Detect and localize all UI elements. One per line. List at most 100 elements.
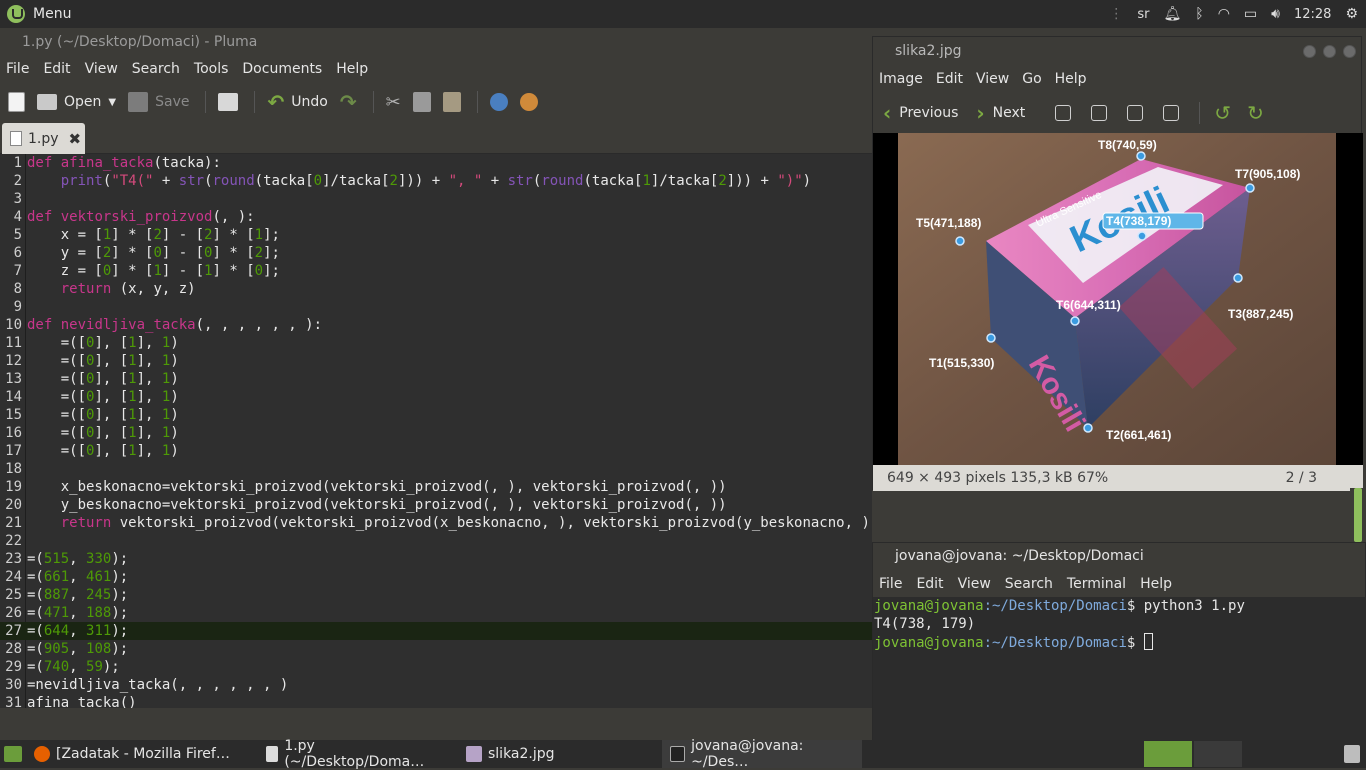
code-line[interactable]: 16 =([0], [1], 1) bbox=[0, 424, 872, 442]
code-line[interactable]: 24 =(661, 461); bbox=[0, 568, 872, 586]
code-line[interactable]: 23 =(515, 330); bbox=[0, 550, 872, 568]
show-desktop-button[interactable] bbox=[0, 740, 26, 768]
new-button[interactable] bbox=[8, 92, 25, 112]
code-line[interactable]: 3 bbox=[0, 190, 872, 208]
zoom-fit-icon[interactable] bbox=[1163, 105, 1180, 121]
code-line[interactable]: 26 =(471, 188); bbox=[0, 604, 872, 622]
minimize-button[interactable] bbox=[1303, 45, 1316, 58]
menu-search[interactable]: Search bbox=[132, 61, 180, 77]
maximize-button[interactable] bbox=[1323, 45, 1336, 58]
task-image-viewer[interactable]: slika2.jpg bbox=[458, 740, 662, 768]
code-line[interactable]: 14 =([0], [1], 1) bbox=[0, 388, 872, 406]
tab-1-py[interactable]: 1.py ✖ bbox=[2, 123, 85, 154]
copy-button[interactable] bbox=[412, 92, 431, 112]
menu-help[interactable]: Help bbox=[1140, 576, 1172, 592]
code-line[interactable]: 8 return (x, y, z) bbox=[0, 280, 872, 298]
previous-button[interactable]: ‹ Previous bbox=[883, 101, 958, 125]
code-line[interactable]: 1 def afina_tacka(tacka): bbox=[0, 154, 872, 172]
settings-gear-icon[interactable]: ⚙ bbox=[1345, 6, 1358, 22]
next-button[interactable]: › Next bbox=[976, 101, 1025, 125]
zoom-normal-icon[interactable] bbox=[1127, 105, 1144, 121]
menu-view[interactable]: View bbox=[958, 576, 991, 592]
undo-button[interactable]: ↶ Undo bbox=[267, 90, 327, 114]
task-terminal[interactable]: jovana@jovana: ~/Des… bbox=[662, 738, 862, 770]
code-line[interactable]: 31 afina_tacka() bbox=[0, 694, 872, 708]
menu-view[interactable]: View bbox=[85, 61, 118, 77]
menu-search[interactable]: Search bbox=[1005, 576, 1053, 592]
menu-help[interactable]: Help bbox=[336, 61, 368, 77]
code-line[interactable]: 13 =([0], [1], 1) bbox=[0, 370, 872, 388]
rotate-right-icon[interactable]: ↻ bbox=[1247, 101, 1264, 125]
previous-label: Previous bbox=[899, 105, 959, 121]
bluetooth-icon[interactable]: ᛒ bbox=[1195, 6, 1203, 22]
python-file-icon bbox=[10, 131, 22, 146]
menu-file[interactable]: File bbox=[879, 576, 902, 592]
menu-file[interactable]: File bbox=[6, 61, 29, 77]
volume-icon[interactable]: 🔊︎ bbox=[1271, 6, 1280, 22]
task-firefox[interactable]: [Zadatak - Mozilla Firef… bbox=[26, 740, 258, 768]
save-button[interactable]: Save bbox=[128, 92, 189, 112]
line-number: 30 bbox=[5, 677, 22, 693]
code-line[interactable]: 28 =(905, 108); bbox=[0, 640, 872, 658]
code-line[interactable]: 20 y_beskonacno=vektorski_proizvod(vekto… bbox=[0, 496, 872, 514]
image-canvas[interactable]: Kosili Ultra Sensitive Kosili T8(740,59)… bbox=[873, 133, 1363, 465]
menu-tools[interactable]: Tools bbox=[194, 61, 229, 77]
code-line[interactable]: 22 bbox=[0, 532, 872, 550]
zoom-in-icon[interactable] bbox=[1055, 105, 1072, 121]
paste-button[interactable] bbox=[442, 92, 461, 112]
main-menu-button[interactable]: Menu bbox=[0, 5, 71, 23]
code-line[interactable]: 10 def nevidljiva_tacka(, , , , , , ): bbox=[0, 316, 872, 334]
code-line[interactable]: 9 bbox=[0, 298, 872, 316]
code-line[interactable]: 15 =([0], [1], 1) bbox=[0, 406, 872, 424]
menu-terminal[interactable]: Terminal bbox=[1067, 576, 1126, 592]
code-line[interactable]: 25 =(887, 245); bbox=[0, 586, 872, 604]
open-button[interactable]: Open ▼ bbox=[37, 94, 116, 110]
menu-documents[interactable]: Documents bbox=[242, 61, 322, 77]
workspace-2[interactable] bbox=[1194, 741, 1242, 767]
battery-icon[interactable]: ▭ bbox=[1244, 6, 1257, 22]
code-line[interactable]: 12 =([0], [1], 1) bbox=[0, 352, 872, 370]
find-button[interactable] bbox=[489, 93, 508, 111]
code-line[interactable]: 29 =(740, 59); bbox=[0, 658, 872, 676]
code-line[interactable]: 2 print("T4(" + str(round(tacka[0]/tacka… bbox=[0, 172, 872, 190]
task-pluma[interactable]: 1.py (~/Desktop/Doma… bbox=[258, 738, 458, 770]
clock[interactable]: 12:28 bbox=[1294, 7, 1331, 22]
code-editor[interactable]: 1 def afina_tacka(tacka): 2 print("T4(" + … bbox=[0, 154, 872, 708]
code-line[interactable]: 4 def vektorski_proizvod(, ): bbox=[0, 208, 872, 226]
cut-button[interactable]: ✂ bbox=[386, 92, 401, 113]
redo-button[interactable]: ↷ bbox=[340, 90, 357, 114]
line-number: 2 bbox=[13, 173, 22, 189]
code-line[interactable]: 7 z = [0] * [1] - [1] * [0]; bbox=[0, 262, 872, 280]
print-button[interactable] bbox=[218, 93, 239, 111]
rotate-left-icon[interactable]: ↺ bbox=[1214, 101, 1231, 125]
scrollbar-thumb[interactable] bbox=[1354, 488, 1362, 542]
keyboard-layout-indicator[interactable]: sr bbox=[1137, 7, 1149, 22]
wifi-icon[interactable]: ◠ bbox=[1218, 6, 1230, 22]
menu-view[interactable]: View bbox=[976, 71, 1009, 87]
code-line[interactable]: 21 return vektorski_proizvod(vektorski_p… bbox=[0, 514, 872, 532]
menu-help[interactable]: Help bbox=[1055, 71, 1087, 87]
terminal-output[interactable]: jovana@jovana:~/Desktop/Domaci$ python3 … bbox=[873, 597, 1366, 741]
close-tab-icon[interactable]: ✖ bbox=[69, 130, 82, 148]
zoom-out-icon[interactable] bbox=[1091, 105, 1108, 121]
trash-icon[interactable] bbox=[1344, 745, 1360, 763]
close-button[interactable] bbox=[1343, 45, 1356, 58]
chevron-down-icon[interactable]: ▼ bbox=[108, 97, 116, 108]
menu-edit[interactable]: Edit bbox=[936, 71, 963, 87]
code-line[interactable]: 19 x_beskonacno=vektorski_proizvod(vekto… bbox=[0, 478, 872, 496]
code-line[interactable]: 17 =([0], [1], 1) bbox=[0, 442, 872, 460]
code-line[interactable]: 30 =nevidljiva_tacka(, , , , , , ) bbox=[0, 676, 872, 694]
code-line[interactable]: 18 bbox=[0, 460, 872, 478]
menu-edit[interactable]: Edit bbox=[43, 61, 70, 77]
code-line[interactable]: 11 =([0], [1], 1) bbox=[0, 334, 872, 352]
menu-edit[interactable]: Edit bbox=[916, 576, 943, 592]
workspace-1[interactable] bbox=[1144, 741, 1192, 767]
editor-scrollbar[interactable] bbox=[1350, 488, 1366, 542]
code-line[interactable]: 6 y = [2] * [0] - [0] * [2]; bbox=[0, 244, 872, 262]
code-line[interactable]: 27 =(644, 311); bbox=[0, 622, 872, 640]
code-line[interactable]: 5 x = [1] * [2] - [2] * [1]; bbox=[0, 226, 872, 244]
menu-go[interactable]: Go bbox=[1022, 71, 1041, 87]
find-replace-button[interactable] bbox=[519, 93, 538, 111]
notifications-icon[interactable]: 🔔︎ bbox=[1164, 6, 1182, 22]
menu-image[interactable]: Image bbox=[879, 71, 923, 87]
